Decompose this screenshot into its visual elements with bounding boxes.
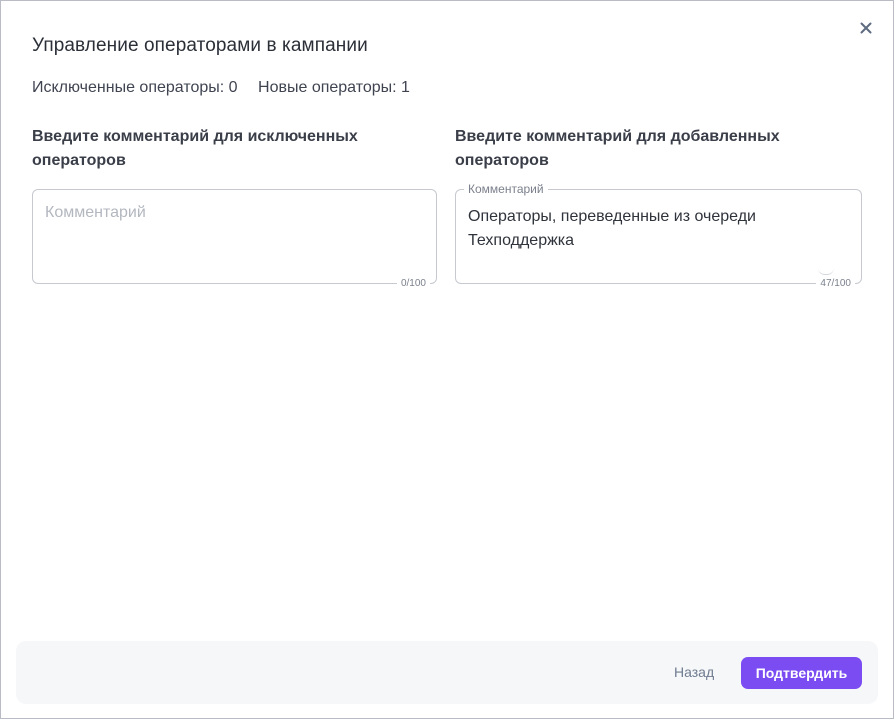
excluded-comment-placeholder: Комментарий [45,204,146,221]
excluded-comment-field[interactable]: Комментарий 0/100 [32,189,437,289]
close-icon [860,22,872,34]
added-comment-value: Операторы, переведенные из очереди Техпо… [468,208,756,249]
added-comment-floating-label: Комментарий [464,182,548,196]
added-comment-counter: 47/100 [816,278,855,289]
added-comment-field[interactable]: Комментарий Операторы, переведенные из о… [455,182,862,289]
confirm-button[interactable]: Подтвердить [741,657,862,689]
added-comment-label: Введите комментарий для добавленных опер… [455,128,780,169]
back-button[interactable]: Назад [674,664,714,680]
excluded-comment-label: Введите комментарий для исключенных опер… [32,128,358,169]
excluded-operators-count: Исключенные операторы: 0 [32,79,238,96]
close-button[interactable] [856,18,876,38]
operators-management-dialog: Управление операторами в кампании Исключ… [0,0,894,719]
excluded-comment-counter: 0/100 [396,278,430,289]
operators-stats: Исключенные операторы: 0 Новые операторы… [32,79,426,97]
resize-handle[interactable] [818,268,834,275]
dialog-footer: Назад Подтвердить [16,641,878,704]
new-operators-count: Новые операторы: 1 [258,79,410,96]
dialog-title: Управление операторами в кампании [32,35,368,56]
